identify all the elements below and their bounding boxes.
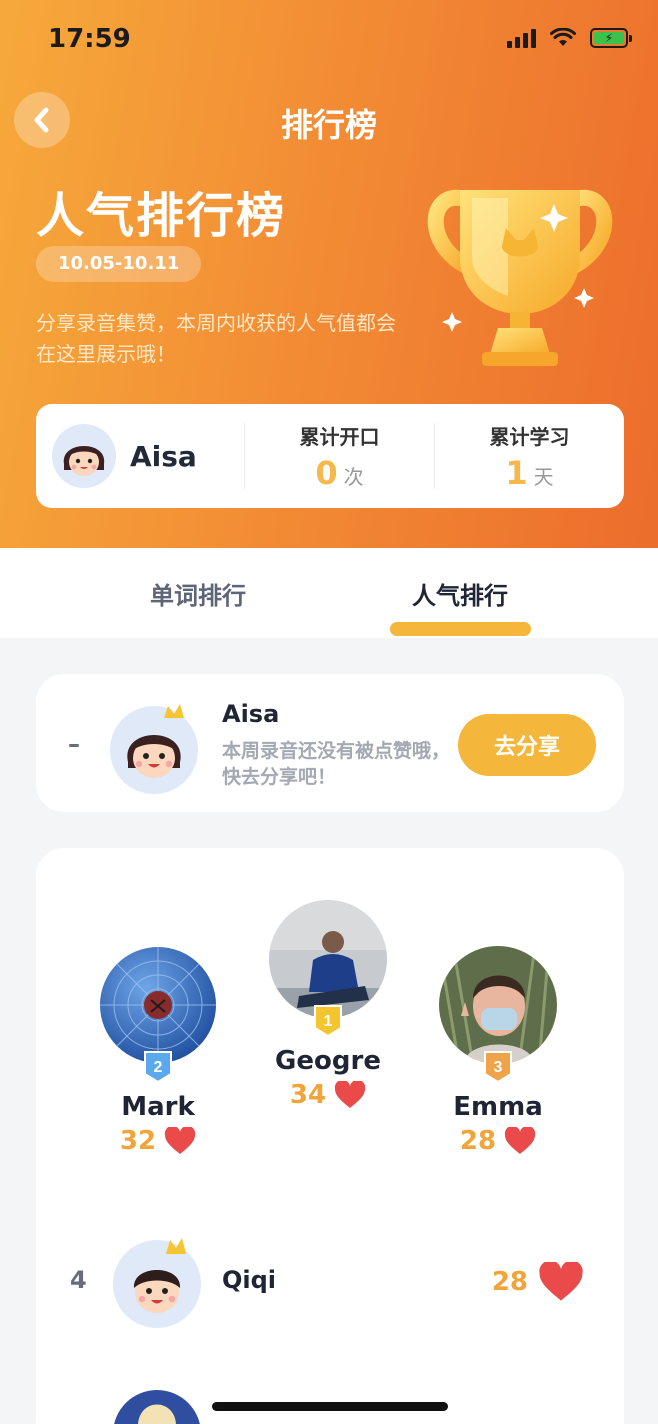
avatar: [113, 1238, 201, 1328]
speaking-value: 0: [315, 453, 338, 492]
list-name: Qiqi: [222, 1266, 277, 1294]
my-rank-message: 本周录音还没有被点赞哦，快去分享吧！: [222, 740, 451, 788]
page-title: 排行榜: [280, 106, 377, 144]
podium-third[interactable]: 3 Emma 28: [438, 946, 558, 1156]
ranking-tabs: 单词排行 人气排行: [0, 548, 658, 638]
avatar: [99, 946, 217, 1064]
charging-battery-icon: ⚡: [590, 28, 632, 48]
podium-name: Mark: [121, 1092, 195, 1122]
my-rank-card: – Aisa 本周录音还没有被点赞哦，快去分享吧！ 去分享: [36, 674, 624, 812]
bronze-medal-icon: 3: [484, 1051, 512, 1084]
gold-medal-icon: 1: [314, 1005, 342, 1038]
ranking-card: 1 Geogre 34 2 Mark 32 3 Emma 28: [36, 848, 624, 1424]
home-indicator: [212, 1402, 448, 1411]
speaking-unit: 次: [343, 464, 364, 489]
avatar: [439, 946, 557, 1064]
study-stat: 累计学习 1天: [435, 421, 624, 492]
user-name: Aisa: [130, 439, 197, 473]
svg-text:2: 2: [154, 1059, 163, 1076]
hero-description: 分享录音集赞，本周内收获的人气值都会在这里展示哦！: [36, 311, 396, 366]
speaking-stat: 累计开口 0次: [245, 421, 434, 492]
study-label: 累计学习: [489, 424, 570, 449]
my-rank-number: –: [68, 730, 80, 758]
heart-icon[interactable]: [334, 1081, 366, 1109]
score-value: 34: [289, 1080, 327, 1110]
my-name: Aisa: [222, 700, 280, 728]
tab-popularity-ranking[interactable]: 人气排行: [412, 576, 508, 611]
stats-user: Aisa: [36, 424, 244, 488]
heart-icon[interactable]: [164, 1127, 196, 1155]
signal-icon: [507, 28, 536, 48]
share-button[interactable]: 去分享: [458, 714, 596, 776]
study-unit: 天: [533, 464, 554, 489]
date-range-badge: 10.05-10.11: [36, 246, 202, 282]
active-tab-indicator: [390, 622, 531, 636]
trophy-icon: [427, 189, 613, 366]
score-value: 28: [491, 1267, 528, 1297]
status-icons: ⚡: [507, 28, 632, 48]
podium-second[interactable]: 2 Mark 32: [98, 946, 218, 1156]
speaking-label: 累计开口: [299, 424, 380, 449]
avatar: [52, 424, 116, 488]
score-value: 28: [459, 1126, 497, 1156]
tab-word-ranking[interactable]: 单词排行: [150, 576, 246, 611]
avatar: [269, 900, 387, 1018]
avatar: [110, 704, 198, 794]
list-item[interactable]: 4 Qiqi 28: [36, 1234, 624, 1330]
list-score: 28: [492, 1262, 584, 1302]
podium-score: 28: [438, 1126, 558, 1156]
podium-score: 34: [268, 1080, 388, 1110]
silver-medal-icon: 2: [144, 1051, 172, 1084]
podium-name: Geogre: [275, 1046, 381, 1076]
podium-first[interactable]: 1 Geogre 34: [268, 900, 388, 1110]
avatar: [114, 1390, 200, 1424]
score-value: 32: [119, 1126, 157, 1156]
hero-title: 人气排行榜: [36, 188, 287, 244]
podium-name: Emma: [453, 1092, 543, 1122]
wifi-icon: [550, 28, 576, 46]
user-stats-card: Aisa 累计开口 0次 累计学习 1天: [36, 404, 624, 508]
svg-text:1: 1: [324, 1013, 333, 1030]
status-time: 17:59: [48, 24, 131, 54]
study-value: 1: [505, 453, 528, 492]
rank-number: 4: [70, 1266, 87, 1294]
podium-score: 32: [98, 1126, 218, 1156]
heart-icon[interactable]: [538, 1262, 584, 1302]
header-banner: 17:59 ⚡ 排行榜 人气排行榜 10.05-10.11 分享录音集赞，本周内…: [0, 0, 658, 548]
svg-text:3: 3: [494, 1059, 503, 1076]
heart-icon[interactable]: [504, 1127, 536, 1155]
